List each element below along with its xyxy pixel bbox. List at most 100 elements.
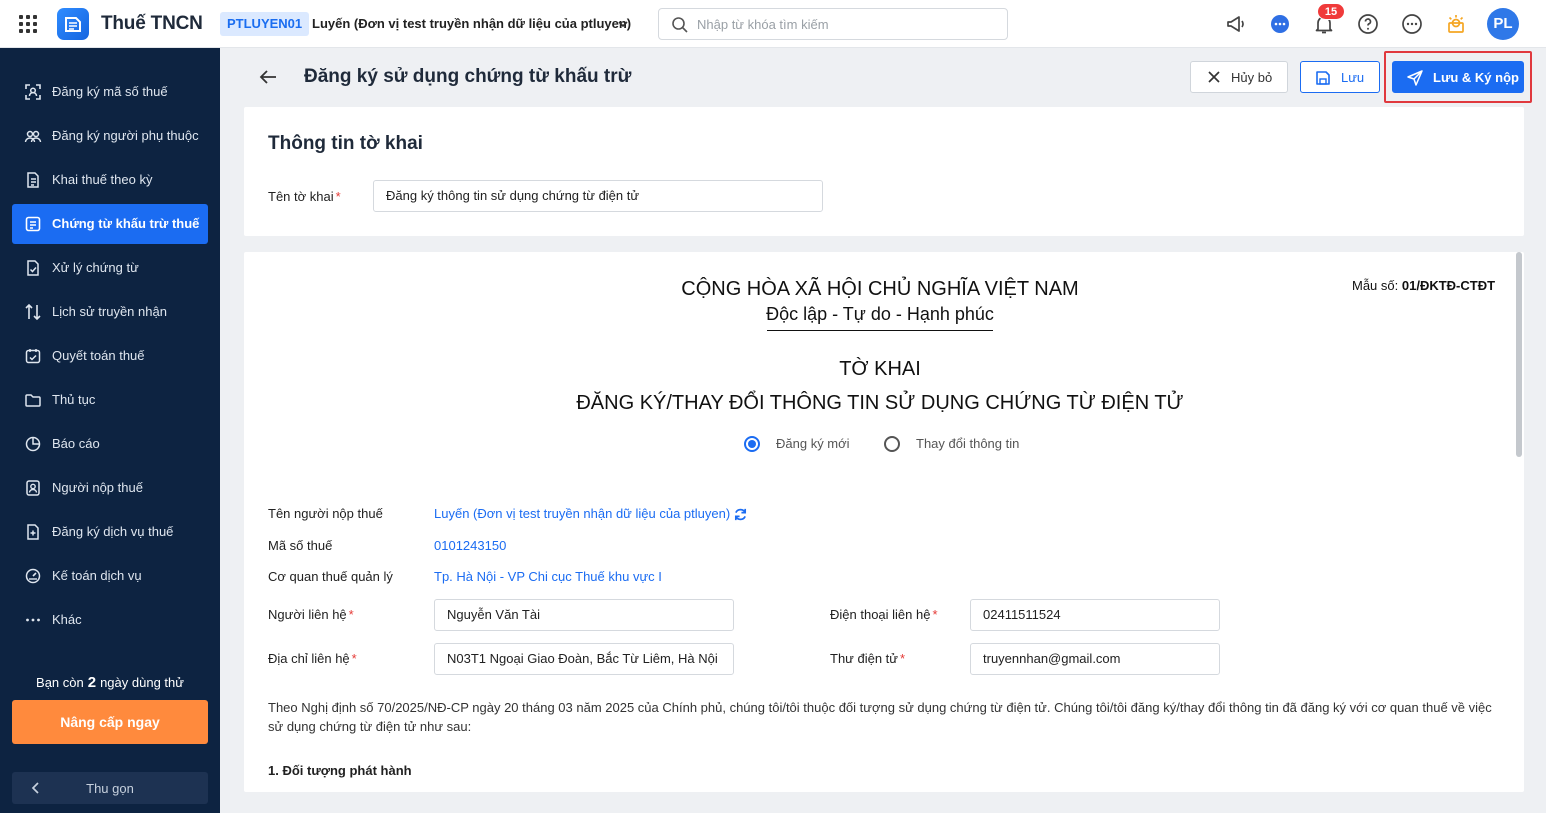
- collapse-label: Thu gọn: [86, 781, 134, 796]
- contact-person-input[interactable]: Nguyễn Văn Tài: [434, 599, 734, 631]
- more-options-icon[interactable]: [1400, 12, 1424, 36]
- sidebar-item-label: Khai thuế theo kỳ: [52, 172, 153, 187]
- radio-new-registration[interactable]: [744, 436, 760, 452]
- trial-prefix: Bạn còn: [36, 675, 84, 690]
- phone-input[interactable]: 02411511524: [970, 599, 1220, 631]
- unit-name[interactable]: Luyến (Đơn vị test truyền nhận dữ liệu c…: [312, 16, 631, 31]
- section-title: Thông tin tờ khai: [268, 133, 423, 154]
- user-card-icon: [26, 480, 40, 496]
- sidebar-item-label: Khác: [52, 612, 82, 627]
- trial-suffix: ngày dùng thử: [100, 675, 184, 690]
- app-grid-icon[interactable]: [19, 15, 37, 33]
- search-input[interactable]: [697, 15, 997, 33]
- taxpayer-value: Luyến (Đơn vị test truyền nhận dữ liệu c…: [434, 506, 731, 521]
- unit-code-badge[interactable]: PTLUYEN01: [220, 12, 310, 36]
- save-button[interactable]: Lưu: [1300, 61, 1380, 93]
- search-box[interactable]: [658, 8, 1008, 40]
- form-subtitle: ĐĂNG KÝ/THAY ĐỔI THÔNG TIN SỬ DỤNG CHỨNG…: [576, 392, 1184, 414]
- page-title: Đăng ký sử dụng chứng từ khấu trừ: [304, 66, 632, 87]
- trial-days: 2: [87, 674, 97, 691]
- gauge-icon: [25, 568, 41, 584]
- form-scrollbar-thumb[interactable]: [1516, 252, 1522, 457]
- help-icon[interactable]: [1356, 12, 1380, 36]
- motto-underline: [767, 330, 993, 331]
- more-dots-icon: [26, 618, 40, 622]
- sidebar-item-transfer-arrows[interactable]: Lịch sử truyền nhận: [12, 292, 208, 332]
- email-input[interactable]: truyennhan@gmail.com: [970, 643, 1220, 675]
- tax-code-label: Mã số thuế: [268, 538, 333, 553]
- scan-user-icon: [25, 84, 41, 100]
- sidebar-item-label: Đăng ký mã số thuế: [52, 84, 168, 99]
- top-bar: Thuế TNCN PTLUYEN01 Luyến (Đơn vị test t…: [0, 0, 1546, 48]
- save-label: Lưu: [1341, 70, 1365, 85]
- sidebar: Đăng ký mã số thuế Đăng ký người phụ thuộ…: [0, 48, 220, 813]
- form-title: TỜ KHAI: [839, 358, 921, 380]
- sidebar-item-calendar-check[interactable]: Quyết toán thuế: [12, 336, 208, 376]
- sidebar-item-label: Thủ tục: [52, 392, 96, 407]
- section-issuer-heading: 1. Đối tượng phát hành: [268, 763, 412, 778]
- sidebar-item-more-dots[interactable]: Khác: [12, 600, 208, 640]
- trial-info: Bạn còn 2 ngày dùng thử: [0, 674, 220, 691]
- folder-icon: [25, 394, 41, 407]
- chat-icon[interactable]: [1268, 12, 1292, 36]
- tax-authority-value: Tp. Hà Nội - VP Chi cục Thuế khu vực I: [434, 569, 662, 584]
- document-icon: [27, 172, 39, 188]
- receipt-icon: [25, 216, 41, 232]
- declaration-name-input[interactable]: Đăng ký thông tin sử dụng chứng từ điện …: [373, 180, 823, 212]
- notification-badge: 15: [1317, 3, 1345, 20]
- country-name: CỘNG HÒA XÃ HỘI CHỦ NGHĨA VIỆT NAM: [681, 278, 1079, 300]
- sidebar-item-receipt[interactable]: Chứng từ khấu trừ thuế: [12, 204, 208, 244]
- radio-change-info[interactable]: [884, 436, 900, 452]
- sidebar-item-document[interactable]: Khai thuế theo kỳ: [12, 160, 208, 200]
- email-label: Thư điện tử *: [830, 651, 906, 666]
- declaration-form: CỘNG HÒA XÃ HỘI CHỦ NGHĨA VIỆT NAM Độc l…: [244, 252, 1524, 792]
- back-arrow-icon[interactable]: [258, 68, 278, 86]
- megaphone-icon[interactable]: [1224, 12, 1248, 36]
- cancel-button[interactable]: Hủy bỏ: [1190, 61, 1288, 93]
- legal-paragraph: Theo Nghị định số 70/2025/NĐ-CP ngày 20 …: [268, 700, 1492, 734]
- sidebar-item-label: Báo cáo: [52, 436, 100, 451]
- radio-change-label: Thay đổi thông tin: [916, 436, 1020, 451]
- sidebar-item-label: Lịch sử truyền nhận: [52, 304, 167, 319]
- sidebar-item-label: Người nộp thuế: [52, 480, 143, 495]
- motto: Độc lập - Tự do - Hạnh phúc: [766, 304, 994, 324]
- declaration-info-card: Thông tin tờ khai Tên tờ khai * Đăng ký t…: [244, 107, 1524, 236]
- collapse-sidebar-button[interactable]: Thu gọn: [12, 772, 208, 804]
- sidebar-item-label: Đăng ký dịch vụ thuế: [52, 524, 174, 539]
- document-check-icon: [27, 260, 39, 276]
- sidebar-item-gauge[interactable]: Kế toán dịch vụ: [12, 556, 208, 596]
- sidebar-item-document-check[interactable]: Xử lý chứng từ: [12, 248, 208, 288]
- sidebar-item-label: Chứng từ khấu trừ thuế: [52, 216, 200, 231]
- tax-code-value: 0101243150: [434, 538, 507, 553]
- sidebar-item-document-plus[interactable]: Đăng ký dịch vụ thuế: [12, 512, 208, 552]
- taxpayer-label: Tên người nộp thuế: [268, 506, 383, 521]
- sidebar-item-label: Quyết toán thuế: [52, 348, 145, 363]
- phone-label: Điện thoại liên hệ *: [830, 607, 938, 622]
- avatar[interactable]: PL: [1487, 8, 1519, 40]
- sidebar-item-label: Kế toán dịch vụ: [52, 568, 142, 583]
- pie-chart-icon: [25, 436, 41, 452]
- save-icon: [1316, 71, 1330, 85]
- tax-authority-label: Cơ quan thuế quản lý: [268, 569, 393, 584]
- sidebar-item-label: Xử lý chứng từ: [52, 260, 139, 275]
- sidebar-item-users[interactable]: Đăng ký người phụ thuộc: [12, 116, 208, 156]
- upgrade-button[interactable]: Nâng cấp ngay: [12, 700, 208, 744]
- close-icon: [1208, 71, 1220, 83]
- cancel-label: Hủy bỏ: [1231, 70, 1273, 85]
- sidebar-item-folder[interactable]: Thủ tục: [12, 380, 208, 420]
- form-number: Mẫu số: 01/ĐKTĐ-CTĐT: [1352, 278, 1496, 293]
- address-label: Địa chỉ liên hệ *: [268, 651, 357, 666]
- address-input[interactable]: N03T1 Ngoại Giao Đoàn, Bắc Từ Liêm, Hà N…: [434, 643, 734, 675]
- sidebar-item-pie-chart[interactable]: Báo cáo: [12, 424, 208, 464]
- sidebar-item-scan-user[interactable]: Đăng ký mã số thuế: [12, 72, 208, 112]
- declaration-name-label: Tên tờ khai *: [268, 189, 341, 204]
- sidebar-item-user-card[interactable]: Người nộp thuế: [12, 468, 208, 508]
- contact-person-label: Người liên hệ *: [268, 607, 354, 622]
- app-logo: [57, 8, 89, 40]
- sun-gift-icon[interactable]: [1444, 12, 1468, 36]
- calendar-check-icon: [25, 349, 41, 364]
- refresh-icon[interactable]: [733, 507, 748, 522]
- users-icon: [24, 130, 42, 143]
- chevron-down-icon[interactable]: [616, 17, 630, 31]
- document-plus-icon: [27, 524, 39, 540]
